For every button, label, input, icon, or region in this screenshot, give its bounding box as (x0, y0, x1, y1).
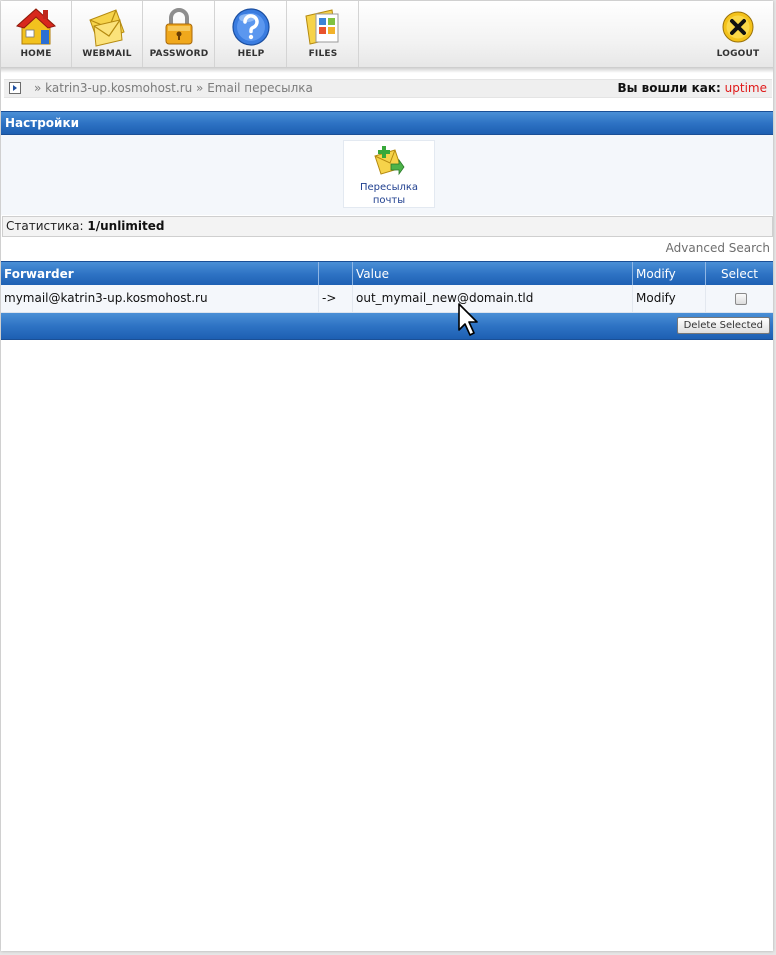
password-button[interactable]: PASSWORD (144, 1, 215, 67)
table-header: Forwarder Value Modify Select (1, 261, 773, 286)
question-icon (232, 8, 270, 46)
breadcrumb-path[interactable]: » katrin3-up.kosmohost.ru » Email пересы… (34, 81, 313, 95)
table-footer: Delete Selected (1, 313, 773, 340)
expand-toggle-icon[interactable] (9, 82, 21, 94)
modify-link[interactable]: Modify (633, 285, 706, 312)
settings-title: Настройки (5, 116, 80, 130)
mail-forward-icon (374, 146, 405, 176)
padlock-icon (165, 8, 193, 45)
mail-forwarding-label: Пересылка почты (344, 181, 434, 207)
login-label: Вы вошли как: (617, 81, 721, 95)
value-cell: out_mymail_new@domain.tld (353, 285, 633, 312)
webmail-button[interactable]: WEBMAIL (72, 1, 143, 67)
settings-panel: Пересылка почты (1, 135, 773, 215)
column-forwarder[interactable]: Forwarder (1, 262, 319, 286)
feature-label-line2: почты (372, 195, 406, 206)
feature-label-line1: Пересылка (359, 182, 419, 193)
files-button[interactable]: FILES (288, 1, 359, 67)
column-value[interactable]: Value (353, 262, 633, 286)
home-button[interactable]: HOME (1, 1, 72, 67)
column-modify: Modify (633, 262, 706, 286)
toolbar-shadow (1, 67, 773, 73)
column-select: Select (720, 267, 759, 281)
stats-label: Статистика: (6, 219, 84, 233)
logout-button[interactable]: LOGOUT (707, 1, 769, 67)
envelope-icon (89, 9, 125, 47)
settings-header: Настройки (1, 111, 773, 135)
forwarder-cell: mymail@katrin3-up.kosmohost.ru (1, 285, 319, 312)
delete-selected-button[interactable]: Delete Selected (676, 317, 770, 334)
table-row: mymail@katrin3-up.kosmohost.ru -> out_my… (1, 285, 773, 313)
webmail-label: WEBMAIL (82, 49, 132, 59)
help-button[interactable]: HELP (216, 1, 287, 67)
select-cell (706, 285, 773, 312)
folder-icon (305, 9, 339, 45)
app-window: HOME WEBMAIL PASSWORD HELP FILES LOGOUT … (1, 1, 773, 951)
stats-value: 1/unlimited (87, 219, 165, 233)
stats-bar: Статистика: 1/unlimited (2, 216, 773, 237)
stats-text: Статистика: 1/unlimited (6, 219, 165, 233)
mouse-cursor-icon (458, 303, 478, 336)
column-arrow (319, 262, 353, 286)
house-icon (15, 8, 57, 45)
login-username: uptime (724, 81, 767, 95)
mail-forwarding-tile[interactable]: Пересылка почты (343, 140, 435, 208)
arrow-cell: -> (319, 285, 353, 312)
advanced-search-link[interactable]: Advanced Search (666, 241, 770, 255)
logout-label: LOGOUT (716, 49, 760, 59)
password-label: PASSWORD (149, 49, 209, 59)
home-label: HOME (20, 49, 52, 59)
breadcrumb: » katrin3-up.kosmohost.ru » Email пересы… (4, 79, 772, 98)
login-info: Вы вошли как: uptime (618, 81, 768, 95)
help-label: HELP (237, 49, 265, 59)
select-checkbox[interactable] (735, 293, 747, 305)
files-label: FILES (308, 49, 338, 59)
top-toolbar: HOME WEBMAIL PASSWORD HELP FILES LOGOUT (1, 1, 773, 68)
close-circle-icon (722, 11, 754, 43)
